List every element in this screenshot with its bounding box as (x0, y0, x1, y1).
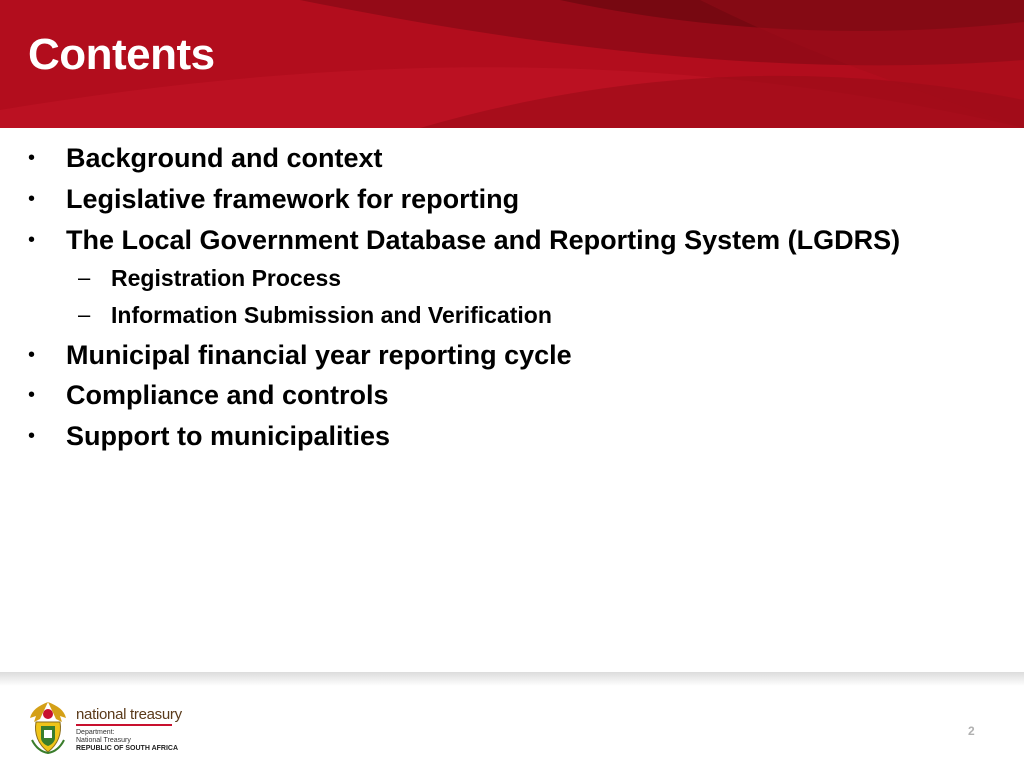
list-item: • Municipal financial year reporting cyc… (0, 337, 1000, 373)
list-item-label: Background and context (66, 143, 383, 173)
dash-bullet-icon: – (78, 265, 91, 290)
country-name: REPUBLIC OF SOUTH AFRICA (76, 745, 179, 752)
list-item: • Background and context (0, 140, 1000, 176)
list-item: • The Local Government Database and Repo… (0, 222, 1000, 258)
list-item-label: The Local Government Database and Report… (66, 225, 901, 255)
bullet-icon: • (28, 188, 36, 210)
sub-list-item: – Information Submission and Verificatio… (0, 299, 1000, 331)
page-number: 2 (968, 724, 975, 738)
list-item-label: Support to municipalities (66, 421, 391, 451)
footer-divider (0, 672, 1024, 686)
list-item-label: Municipal financial year reporting cycle (66, 340, 572, 370)
sub-list-item-label: Information Submission and Verification (111, 302, 552, 328)
coat-of-arms-icon (30, 702, 66, 754)
dash-bullet-icon: – (78, 302, 91, 327)
bullet-icon: • (28, 147, 36, 169)
header-banner: Contents (0, 0, 1024, 128)
list-item-label: Legislative framework for reporting (66, 184, 520, 214)
list-item-label: Compliance and controls (66, 380, 389, 410)
sub-list-item-label: Registration Process (111, 265, 342, 291)
slide-title: Contents (28, 30, 215, 79)
bullet-icon: • (28, 384, 36, 406)
sub-list-item: – Registration Process (0, 262, 1000, 294)
bullet-icon: • (28, 344, 36, 366)
logo-underline (76, 724, 172, 726)
bullet-icon: • (28, 229, 36, 251)
treasury-logo-text: national treasury (76, 706, 182, 723)
footer: national treasury Department: National T… (0, 686, 1024, 768)
list-item: • Legislative framework for reporting (0, 181, 1000, 217)
list-item: • Compliance and controls (0, 377, 1000, 413)
list-item: • Support to municipalities (0, 418, 1000, 454)
bullet-icon: • (28, 425, 36, 447)
